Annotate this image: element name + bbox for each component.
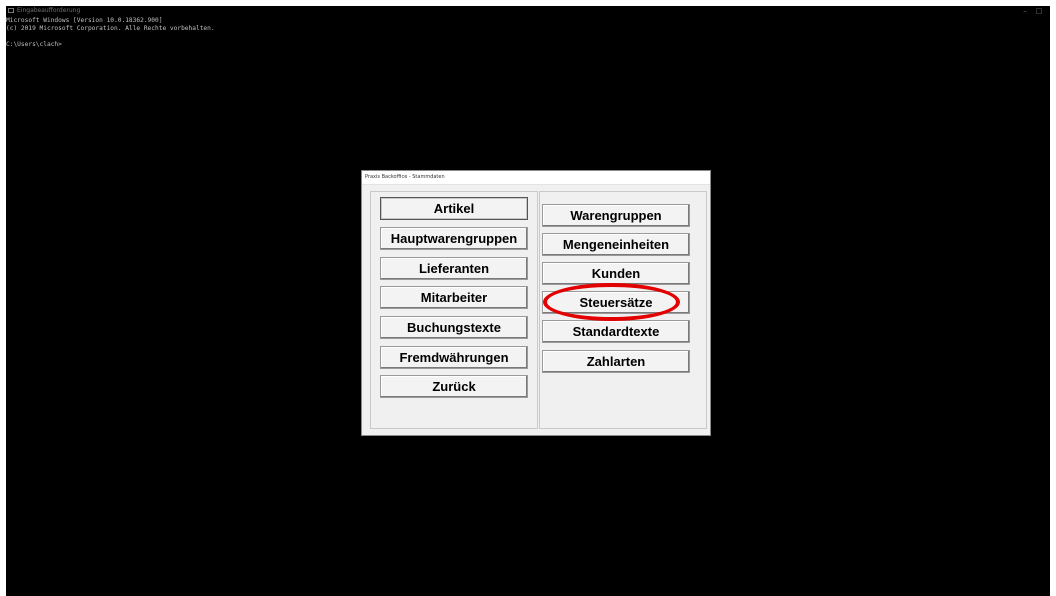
buchungstexte-button[interactable]: Buchungstexte	[380, 316, 528, 339]
left-button-group: Artikel Hauptwarengruppen Lieferanten Mi…	[370, 191, 538, 429]
console-line: (c) 2019 Microsoft Corporation. Alle Rec…	[6, 25, 215, 32]
console-output[interactable]: Microsoft Windows [Version 10.0.18362.90…	[6, 17, 215, 49]
console-app-icon	[8, 8, 14, 13]
maximize-icon[interactable]: □	[1032, 6, 1046, 16]
stammdaten-dialog: Praxis Backoffice - Stammdaten Artikel H…	[361, 170, 711, 436]
mengeneinheiten-button[interactable]: Mengeneinheiten	[542, 233, 690, 256]
console-prompt: C:\Users\clach>	[6, 41, 62, 48]
artikel-button[interactable]: Artikel	[380, 197, 528, 220]
dialog-title: Praxis Backoffice - Stammdaten	[365, 174, 445, 180]
steuersaetze-button[interactable]: Steuersätze	[542, 291, 690, 314]
minimize-icon[interactable]: –	[1018, 6, 1032, 16]
mitarbeiter-button[interactable]: Mitarbeiter	[380, 286, 528, 309]
kunden-button[interactable]: Kunden	[542, 262, 690, 285]
dialog-titlebar[interactable]: Praxis Backoffice - Stammdaten	[362, 171, 710, 185]
standardtexte-button[interactable]: Standardtexte	[542, 320, 690, 343]
lieferanten-button[interactable]: Lieferanten	[380, 257, 528, 280]
right-button-group: Warengruppen Mengeneinheiten Kunden Steu…	[539, 191, 707, 429]
warengruppen-button[interactable]: Warengruppen	[542, 204, 690, 227]
console-titlebar: Eingabeaufforderung – □	[6, 6, 1050, 16]
zahlarten-button[interactable]: Zahlarten	[542, 350, 690, 373]
fremdwaehrungen-button[interactable]: Fremdwährungen	[380, 346, 528, 369]
console-title: Eingabeaufforderung	[17, 7, 81, 14]
zurueck-button[interactable]: Zurück	[380, 375, 528, 398]
hauptwarengruppen-button[interactable]: Hauptwarengruppen	[380, 227, 528, 250]
console-line: Microsoft Windows [Version 10.0.18362.90…	[6, 17, 163, 24]
